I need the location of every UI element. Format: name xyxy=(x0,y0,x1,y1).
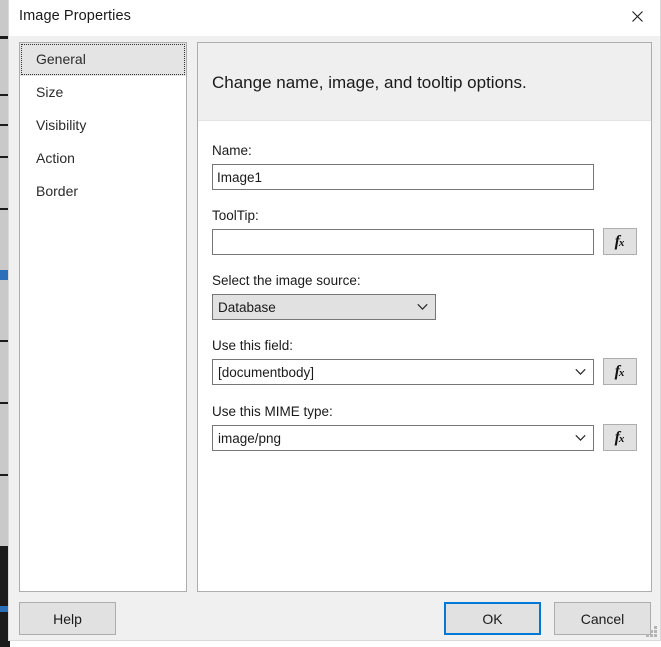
name-label: Name: xyxy=(212,143,252,158)
use-this-field-expression-button[interactable]: fx xyxy=(603,358,637,385)
chevron-down-icon xyxy=(575,368,586,376)
category-list[interactable]: General Size Visibility Action Border xyxy=(19,42,187,592)
sidebar-item-size[interactable]: Size xyxy=(20,76,186,109)
tooltip-label: ToolTip: xyxy=(212,208,259,223)
cancel-button[interactable]: Cancel xyxy=(554,602,651,635)
mime-type-expression-button[interactable]: fx xyxy=(603,424,637,451)
resize-grip[interactable] xyxy=(645,625,657,637)
close-icon[interactable] xyxy=(614,0,660,33)
cancel-button-label: Cancel xyxy=(580,610,625,627)
general-form: Name: ToolTip: fx Select the image sourc… xyxy=(198,121,651,591)
panel-header-text: Change name, image, and tooltip options. xyxy=(212,73,527,92)
sidebar-item-label: General xyxy=(36,51,86,67)
sidebar-item-action[interactable]: Action xyxy=(20,142,186,175)
panel-header: Change name, image, and tooltip options. xyxy=(198,43,651,121)
chevron-down-icon xyxy=(575,434,586,442)
help-button-label: Help xyxy=(53,610,82,627)
name-input[interactable] xyxy=(212,164,594,190)
sidebar-item-label: Action xyxy=(36,150,75,166)
image-source-value: Database xyxy=(218,299,276,315)
tooltip-expression-button[interactable]: fx xyxy=(603,228,637,255)
use-this-field-select[interactable]: [documentbody] xyxy=(212,359,594,385)
help-button[interactable]: Help xyxy=(19,602,116,635)
sidebar-item-visibility[interactable]: Visibility xyxy=(20,109,186,142)
tooltip-input[interactable] xyxy=(212,229,594,255)
mime-type-value: image/png xyxy=(218,430,282,446)
chevron-down-icon xyxy=(417,303,428,311)
image-source-select[interactable]: Database xyxy=(212,294,436,320)
title-bar: Image Properties xyxy=(9,0,660,36)
general-settings-panel: Change name, image, and tooltip options.… xyxy=(197,42,652,592)
image-source-label: Select the image source: xyxy=(212,273,361,288)
mime-type-label: Use this MIME type: xyxy=(212,404,333,419)
image-properties-dialog: Image Properties General Size Visibility… xyxy=(8,0,661,641)
sidebar-item-label: Border xyxy=(36,183,79,199)
mime-type-select[interactable]: image/png xyxy=(212,425,594,451)
sidebar-item-general[interactable]: General xyxy=(20,43,186,76)
ok-button-label: OK xyxy=(482,610,503,627)
use-this-field-value: [documentbody] xyxy=(218,364,315,380)
use-this-field-label: Use this field: xyxy=(212,338,294,353)
ok-button[interactable]: OK xyxy=(444,602,541,635)
window-title: Image Properties xyxy=(19,8,132,24)
sidebar-item-label: Size xyxy=(36,84,64,100)
sidebar-item-label: Visibility xyxy=(36,117,87,133)
sidebar-item-border[interactable]: Border xyxy=(20,175,186,208)
